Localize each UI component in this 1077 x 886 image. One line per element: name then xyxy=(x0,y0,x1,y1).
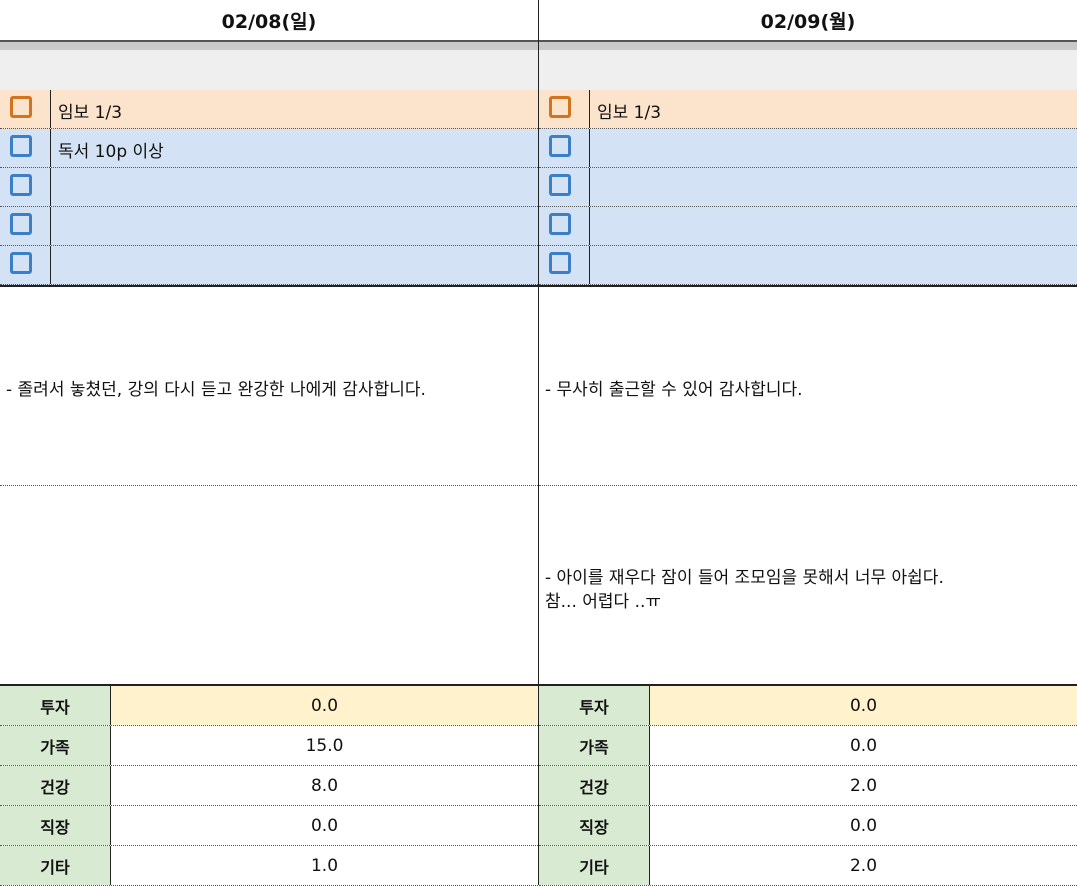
task-text[interactable]: 독서 10p 이상 xyxy=(58,137,164,162)
regret-text: - 아이를 재우다 잠이 들어 조모임을 못해서 너무 아쉽다. 참... 어렵… xyxy=(545,566,944,614)
score-value[interactable]: 0.0 xyxy=(650,726,1077,765)
score-value[interactable]: 0.0 xyxy=(111,806,538,845)
header-separator xyxy=(0,42,538,50)
gratitude-text: - 졸려서 놓쳤던, 강의 다시 듣고 완강한 나에게 감사합니다. xyxy=(6,380,426,400)
gratitude-cell[interactable]: - 졸려서 놓쳤던, 강의 다시 듣고 완강한 나에게 감사합니다. xyxy=(0,287,538,486)
score-row: 직장 0.0 xyxy=(539,806,1077,846)
score-value[interactable]: 15.0 xyxy=(111,726,538,765)
checkbox-icon[interactable] xyxy=(10,96,32,118)
task-row[interactable] xyxy=(0,168,538,207)
task-row[interactable]: 임보 1/3 xyxy=(0,90,538,129)
gratitude-text: - 무사히 출근할 수 있어 감사합니다. xyxy=(545,380,803,400)
checkbox-icon[interactable] xyxy=(549,96,571,118)
gratitude-cell[interactable]: - 무사히 출근할 수 있어 감사합니다. xyxy=(539,287,1077,486)
task-row[interactable] xyxy=(539,168,1077,207)
score-value[interactable]: 1.0 xyxy=(111,846,538,885)
score-label: 투자 xyxy=(539,686,650,725)
blank-row[interactable] xyxy=(0,50,538,91)
task-text[interactable]: 임보 1/3 xyxy=(597,98,661,123)
score-row: 투자 0.0 xyxy=(539,686,1077,726)
checkbox-icon[interactable] xyxy=(549,252,571,274)
blank-row[interactable] xyxy=(539,50,1077,91)
checkbox-icon[interactable] xyxy=(10,252,32,274)
task-row[interactable] xyxy=(539,246,1077,285)
score-label: 직장 xyxy=(0,806,111,845)
score-row: 가족 0.0 xyxy=(539,726,1077,766)
task-row[interactable] xyxy=(0,207,538,246)
task-row[interactable] xyxy=(539,129,1077,168)
score-value[interactable]: 0.0 xyxy=(111,686,538,725)
score-label: 기타 xyxy=(539,846,650,885)
checkbox-icon[interactable] xyxy=(549,135,571,157)
score-value[interactable]: 8.0 xyxy=(111,766,538,805)
score-label: 가족 xyxy=(0,726,111,765)
regret-line: - 아이를 재우다 잠이 들어 조모임을 못해서 너무 아쉽다. xyxy=(545,568,944,588)
checkbox-icon[interactable] xyxy=(549,174,571,196)
checkbox-icon[interactable] xyxy=(10,135,32,157)
day-column: 02/08(일) 임보 1/3 독서 10p 이상 - 졸려서 놓쳤던, 강의 … xyxy=(0,0,538,886)
score-row: 가족 15.0 xyxy=(0,726,538,766)
regret-cell[interactable]: - 아이를 재우다 잠이 들어 조모임을 못해서 너무 아쉽다. 참... 어렵… xyxy=(539,486,1077,684)
task-row[interactable] xyxy=(539,207,1077,246)
score-row: 투자 0.0 xyxy=(0,686,538,726)
score-row: 기타 2.0 xyxy=(539,846,1077,886)
score-row: 건강 8.0 xyxy=(0,766,538,806)
regret-cell[interactable] xyxy=(0,486,538,684)
score-label: 건강 xyxy=(539,766,650,805)
date-header[interactable]: 02/08(일) xyxy=(0,0,538,42)
score-row: 기타 1.0 xyxy=(0,846,538,886)
header-separator xyxy=(539,42,1077,50)
checkbox-icon[interactable] xyxy=(549,213,571,235)
day-column: 02/09(월) 임보 1/3 - 무사히 출근할 수 있어 감사합니다. - … xyxy=(539,0,1077,886)
score-value[interactable]: 2.0 xyxy=(650,846,1077,885)
score-value[interactable]: 0.0 xyxy=(650,806,1077,845)
regret-line: 참... 어렵다 ..ㅠ xyxy=(545,592,662,612)
score-label: 가족 xyxy=(539,726,650,765)
score-row: 건강 2.0 xyxy=(539,766,1077,806)
task-text[interactable]: 임보 1/3 xyxy=(58,98,122,123)
score-value[interactable]: 0.0 xyxy=(650,686,1077,725)
date-header[interactable]: 02/09(월) xyxy=(539,0,1077,42)
task-row[interactable]: 독서 10p 이상 xyxy=(0,129,538,168)
score-label: 직장 xyxy=(539,806,650,845)
score-row: 직장 0.0 xyxy=(0,806,538,846)
task-row[interactable]: 임보 1/3 xyxy=(539,90,1077,129)
checkbox-icon[interactable] xyxy=(10,174,32,196)
task-row[interactable] xyxy=(0,246,538,285)
checkbox-icon[interactable] xyxy=(10,213,32,235)
score-label: 건강 xyxy=(0,766,111,805)
score-label: 기타 xyxy=(0,846,111,885)
score-label: 투자 xyxy=(0,686,111,725)
score-value[interactable]: 2.0 xyxy=(650,766,1077,805)
